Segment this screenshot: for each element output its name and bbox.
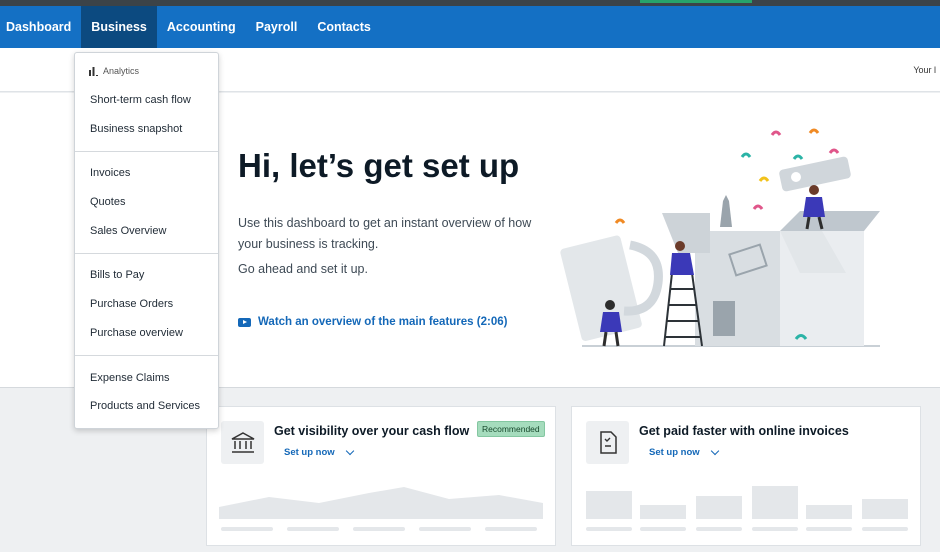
watch-overview-label: Watch an overview of the main features (…	[258, 316, 508, 328]
main-nav: Dashboard Business Accounting Payroll Co…	[0, 6, 940, 48]
page-title: Hi, let’s get set up	[238, 147, 520, 184]
menu-item-expense-claims[interactable]: Expense Claims	[90, 372, 169, 384]
person-leg	[602, 331, 608, 347]
menu-divider	[75, 253, 218, 254]
menu-divider	[75, 151, 218, 152]
bank-icon	[221, 421, 264, 464]
top-accent	[640, 0, 752, 3]
confetti	[752, 204, 764, 210]
person-head	[675, 241, 685, 251]
person-body	[600, 312, 622, 332]
nav-business[interactable]: Business	[81, 6, 157, 48]
online-invoices-card[interactable]: Get paid faster with online invoices Set…	[571, 406, 921, 546]
person-head	[605, 300, 615, 310]
menu-item-purchase-overview[interactable]: Purchase overview	[90, 327, 183, 339]
confetti	[792, 154, 804, 160]
pencil-shape	[720, 195, 732, 227]
nav-accounting[interactable]: Accounting	[157, 6, 246, 48]
set-up-now-link[interactable]: Set up now	[284, 446, 354, 458]
person-head	[809, 185, 819, 195]
confetti	[828, 148, 840, 154]
cash-flow-placeholder-chart	[219, 487, 543, 531]
menu-item-quotes[interactable]: Quotes	[90, 196, 125, 208]
hero-prompt: Go ahead and set it up.	[238, 262, 368, 276]
menu-item-products-and-services[interactable]: Products and Services	[90, 400, 200, 412]
ladder-rail-left	[663, 272, 673, 347]
card-title: Get paid faster with online invoices	[639, 424, 849, 438]
box-flap-left	[662, 213, 710, 253]
menu-item-business-snapshot[interactable]: Business snapshot	[90, 123, 182, 135]
cash-flow-card[interactable]: Get visibility over your cash flow Recom…	[206, 406, 556, 546]
card-title: Get visibility over your cash flow	[274, 424, 470, 438]
invoices-placeholder-chart	[586, 486, 908, 531]
play-video-icon	[238, 317, 251, 327]
chevron-down-icon	[710, 446, 719, 456]
box-door	[713, 301, 735, 336]
hero-description: Use this dashboard to get an instant ove…	[238, 216, 532, 251]
person-leg	[805, 216, 811, 230]
analytics-heading-label: Analytics	[103, 66, 140, 76]
confetti	[770, 130, 782, 136]
box-flap-top	[780, 211, 880, 231]
menu-item-short-term-cash-flow[interactable]: Short-term cash flow	[90, 94, 191, 106]
menu-divider	[75, 355, 218, 356]
nav-dashboard[interactable]: Dashboard	[0, 6, 81, 48]
confetti	[614, 218, 626, 224]
set-up-now-label: Set up now	[284, 447, 335, 458]
menu-item-sales-overview[interactable]: Sales Overview	[90, 225, 166, 237]
person-body	[803, 197, 825, 217]
tool-hole	[791, 172, 801, 182]
menu-item-bills-to-pay[interactable]: Bills to Pay	[90, 269, 144, 281]
set-up-now-label: Set up now	[649, 447, 700, 458]
set-up-now-link[interactable]: Set up now	[649, 446, 719, 458]
business-dropdown-menu: Analytics Short-term cash flow Business …	[74, 52, 219, 429]
setup-illustration	[560, 128, 880, 347]
chevron-down-icon	[345, 446, 354, 456]
menu-item-purchase-orders[interactable]: Purchase Orders	[90, 298, 173, 310]
recommended-badge: Recommended	[477, 421, 545, 437]
nav-contacts[interactable]: Contacts	[307, 6, 380, 48]
bar-chart-icon	[89, 66, 98, 76]
nav-payroll[interactable]: Payroll	[246, 6, 308, 48]
analytics-heading: Analytics	[89, 66, 139, 76]
person-body	[670, 253, 694, 275]
invoice-icon	[586, 421, 629, 464]
confetti	[758, 176, 770, 182]
watch-overview-link[interactable]: Watch an overview of the main features (…	[238, 316, 507, 328]
person-leg	[614, 331, 620, 347]
subbar-right-text[interactable]: Your l	[913, 65, 936, 75]
confetti	[808, 128, 820, 134]
menu-item-invoices[interactable]: Invoices	[90, 167, 130, 179]
confetti	[740, 152, 752, 158]
